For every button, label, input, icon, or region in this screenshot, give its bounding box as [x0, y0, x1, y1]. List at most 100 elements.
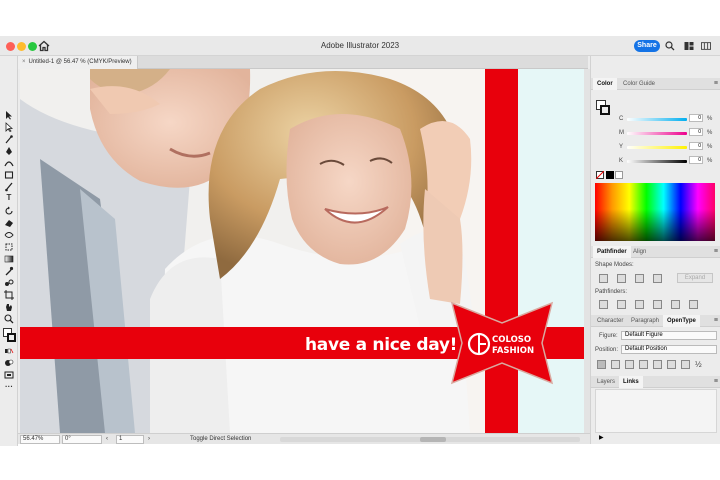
horizontal-scrollbar[interactable] [280, 437, 580, 442]
selection-tool-icon[interactable] [4, 110, 14, 120]
tab-align[interactable]: Align [629, 246, 650, 258]
intersect-icon[interactable] [635, 274, 644, 283]
tab-opentype[interactable]: OpenType [663, 315, 700, 327]
rectangle-tool-icon[interactable] [4, 170, 14, 180]
eyedropper-tool-icon[interactable] [4, 266, 14, 276]
figure-select[interactable]: Default Figure [621, 331, 717, 340]
tab-color-guide[interactable]: Color Guide [619, 78, 659, 90]
color-mode-icon[interactable] [4, 346, 14, 356]
black-value[interactable]: 0 [689, 156, 703, 164]
tab-color[interactable]: Color [593, 78, 617, 90]
color-spectrum[interactable] [595, 183, 715, 241]
color-stroke-swatch[interactable] [600, 105, 610, 115]
artboard-canvas[interactable]: have a nice day! COLOSO FASHION [20, 69, 584, 433]
search-icon[interactable] [665, 41, 675, 51]
stylistic-alternates-icon[interactable] [653, 360, 662, 369]
standard-ligatures-icon[interactable] [597, 360, 606, 369]
logo-line1: COLOSO [492, 335, 531, 345]
tab-pathfinder[interactable]: Pathfinder [593, 246, 631, 258]
close-tab-icon[interactable]: × [22, 56, 26, 69]
zoom-level-field[interactable]: 56.47% [20, 435, 60, 444]
titling-alternates-icon[interactable] [667, 360, 676, 369]
width-tool-icon[interactable] [4, 230, 14, 240]
minus-front-icon[interactable] [617, 274, 626, 283]
next-artboard-icon[interactable]: › [148, 436, 150, 442]
draw-mode-icon[interactable] [4, 358, 14, 368]
magenta-value[interactable]: 0 [689, 128, 703, 136]
artboard-number-field[interactable]: 1 [116, 435, 144, 444]
cyan-unit: % [707, 116, 713, 122]
logo-line2: FASHION [492, 346, 534, 356]
show-link-info-icon[interactable]: ▶ [599, 434, 604, 441]
figure-label: Figure: [599, 333, 618, 339]
share-button[interactable]: Share [634, 40, 660, 52]
none-swatch[interactable] [596, 171, 604, 179]
pathfinder-panel-header: Pathfinder Align ≡ [591, 246, 720, 258]
fractions-icon[interactable]: ½ [695, 360, 702, 369]
stroke-swatch[interactable] [7, 333, 16, 342]
tab-layers[interactable]: Layers [593, 376, 619, 388]
black-swatch[interactable] [606, 171, 614, 179]
magenta-slider[interactable] [627, 132, 687, 135]
cyan-slider[interactable] [627, 118, 687, 121]
slogan-text: have a nice day! [305, 335, 458, 355]
discretionary-ligatures-icon[interactable] [625, 360, 634, 369]
blend-tool-icon[interactable] [4, 278, 14, 288]
outline-icon[interactable] [671, 300, 680, 309]
type-tool-icon[interactable]: T [4, 193, 14, 203]
crop-icon[interactable] [653, 300, 662, 309]
swash-icon[interactable] [639, 360, 648, 369]
prev-artboard-icon[interactable]: ‹ [106, 436, 108, 442]
divide-icon[interactable] [599, 300, 608, 309]
artboard-tool-icon[interactable] [4, 290, 14, 300]
direct-selection-tool-icon[interactable] [4, 122, 14, 132]
rotation-field[interactable]: 0° [62, 435, 102, 444]
document-tab[interactable]: × Untitled-1 @ 56.47 % (CMYK/Preview) [18, 56, 138, 69]
links-list[interactable] [595, 389, 717, 433]
type-panel-header: Character Paragraph OpenType ≡ [591, 315, 720, 327]
magic-wand-tool-icon[interactable] [4, 134, 14, 144]
pen-tool-icon[interactable] [4, 146, 14, 156]
arrange-documents-icon[interactable] [684, 41, 694, 51]
curvature-tool-icon[interactable] [4, 158, 14, 168]
tab-paragraph[interactable]: Paragraph [627, 315, 663, 327]
black-unit: % [707, 158, 713, 164]
panel-menu-icon[interactable]: ≡ [714, 376, 718, 388]
none-slash-icon [596, 171, 604, 179]
cyan-value[interactable]: 0 [689, 114, 703, 122]
contextual-alternates-icon[interactable] [611, 360, 620, 369]
white-swatch[interactable] [615, 171, 623, 179]
paintbrush-tool-icon[interactable] [4, 182, 14, 192]
exclude-icon[interactable] [653, 274, 662, 283]
yellow-value[interactable]: 0 [689, 142, 703, 150]
panel-menu-icon[interactable]: ≡ [714, 315, 718, 327]
trim-icon[interactable] [617, 300, 626, 309]
illustrator-window: Adobe Illustrator 2023 Share × Untitled-1… [0, 36, 720, 446]
rotate-tool-icon[interactable] [4, 206, 14, 216]
black-slider[interactable] [627, 160, 687, 163]
free-transform-tool-icon[interactable] [4, 242, 14, 252]
position-select[interactable]: Default Position [621, 345, 717, 354]
yellow-unit: % [707, 144, 713, 150]
tab-character[interactable]: Character [593, 315, 627, 327]
gradient-tool-icon[interactable] [4, 254, 14, 264]
minus-back-icon[interactable] [689, 300, 698, 309]
yellow-slider[interactable] [627, 146, 687, 149]
unite-icon[interactable] [599, 274, 608, 283]
expand-button[interactable]: Expand [677, 273, 713, 283]
tab-links[interactable]: Links [619, 376, 643, 388]
hand-tool-icon[interactable] [4, 302, 14, 312]
eraser-tool-icon[interactable] [4, 218, 14, 228]
more-tools-icon[interactable]: ··· [4, 382, 14, 392]
zoom-tool-icon[interactable] [4, 314, 14, 324]
position-label: Position: [595, 347, 619, 353]
magenta-label: M [619, 130, 624, 136]
merge-icon[interactable] [635, 300, 644, 309]
panel-menu-icon[interactable]: ≡ [714, 246, 718, 258]
ordinals-icon[interactable] [681, 360, 690, 369]
screen-mode-icon[interactable] [4, 370, 14, 380]
title-bar: Adobe Illustrator 2023 Share [0, 36, 720, 56]
workspace-icon[interactable] [701, 41, 711, 51]
panel-menu-icon[interactable]: ≡ [714, 78, 718, 90]
scroll-thumb[interactable] [420, 437, 446, 442]
